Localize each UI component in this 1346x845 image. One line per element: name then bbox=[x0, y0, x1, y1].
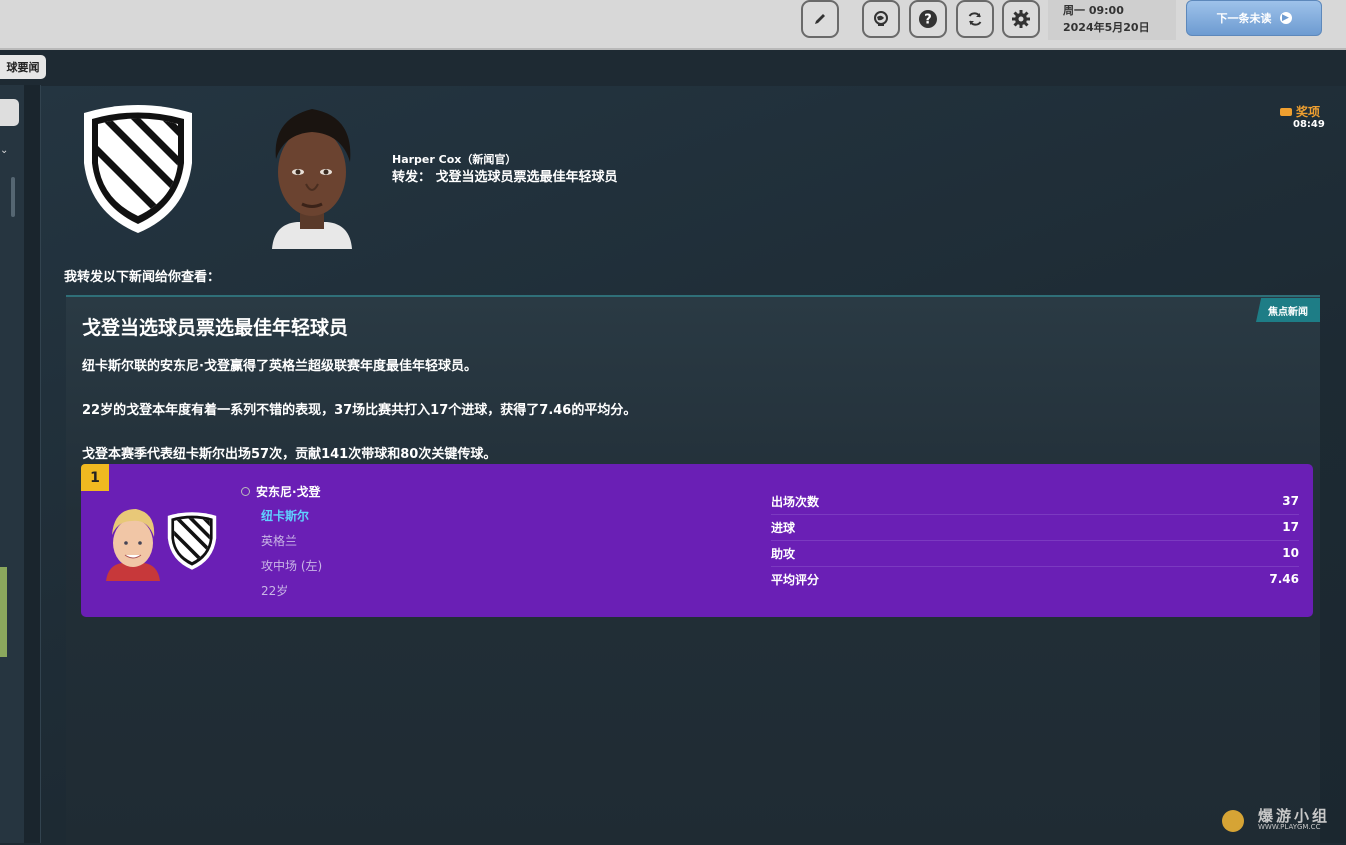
stat-row: 出场次数 37 bbox=[771, 488, 1299, 515]
nav-button[interactable] bbox=[0, 99, 19, 126]
stat-value: 37 bbox=[1282, 494, 1299, 508]
player-position: 攻中场 (左) bbox=[261, 559, 323, 573]
tag-icon bbox=[1280, 107, 1292, 116]
award-tag[interactable]: 奖项 bbox=[1280, 103, 1320, 120]
rank-badge: 1 bbox=[81, 464, 109, 491]
news-tag: 焦点新闻 bbox=[1256, 298, 1320, 322]
news-paragraph: 戈登本赛季代表纽卡斯尔出场57次，贡献141次带球和80次关键传球。 bbox=[82, 447, 497, 462]
pencil-icon[interactable] bbox=[801, 0, 839, 38]
gear-icon[interactable] bbox=[1002, 0, 1040, 38]
player-nation: 英格兰 bbox=[261, 534, 298, 548]
svg-text:?: ? bbox=[924, 13, 932, 28]
news-paragraph: 22岁的戈登本年度有着一系列不错的表现，37场比赛共打入17个进球，获得了7.4… bbox=[82, 403, 637, 418]
player-club-link[interactable]: 纽卡斯尔 bbox=[261, 507, 309, 524]
refresh-icon[interactable] bbox=[956, 0, 994, 38]
watermark-logo-icon bbox=[1222, 810, 1244, 832]
date-time: 周一 09:00 bbox=[1063, 4, 1124, 17]
next-unread-label: 下一条未读 bbox=[1216, 12, 1272, 25]
stat-label: 平均评分 bbox=[771, 572, 820, 587]
left-nav-strip: ⌄ bbox=[0, 85, 25, 843]
stat-row: 平均评分 7.46 bbox=[771, 566, 1299, 592]
sender-portrait bbox=[262, 104, 362, 249]
chevron-down-icon[interactable]: ⌄ bbox=[0, 145, 8, 156]
stat-label: 助攻 bbox=[771, 546, 796, 561]
news-paragraph: 纽卡斯尔联的安东尼·戈登赢得了英格兰超级联赛年度最佳年轻球员。 bbox=[82, 359, 477, 374]
club-crest-small bbox=[166, 511, 218, 575]
player-photo bbox=[102, 505, 164, 581]
player-name: 安东尼·戈登 bbox=[256, 485, 321, 499]
message-time: 08:49 bbox=[1293, 119, 1325, 130]
stat-value: 10 bbox=[1282, 546, 1299, 560]
stat-value: 7.46 bbox=[1269, 572, 1299, 586]
player-name-row[interactable]: 安东尼·戈登 bbox=[241, 483, 321, 500]
sender-name: Harper Cox（新闻官） bbox=[392, 153, 517, 166]
person-icon bbox=[241, 487, 250, 496]
news-headline: 戈登当选球员票选最佳年轻球员 bbox=[82, 317, 349, 339]
arrow-right-icon: ▶ bbox=[1279, 12, 1292, 24]
club-crest bbox=[80, 103, 196, 239]
award-label: 奖项 bbox=[1296, 105, 1321, 119]
date-day: 2024年5月20日 bbox=[1063, 21, 1150, 34]
stat-row: 助攻 10 bbox=[771, 540, 1299, 567]
date-display: 周一 09:00 2024年5月20日 bbox=[1048, 0, 1176, 40]
player-age: 22岁 bbox=[261, 584, 289, 598]
stat-label: 进球 bbox=[771, 520, 796, 535]
stat-row: 进球 17 bbox=[771, 514, 1299, 541]
top-bar: ? 周一 09:00 2024年5月20日 下一条未读 ▶ bbox=[0, 0, 1346, 50]
sidebar-tab[interactable]: 球要闻 bbox=[0, 55, 46, 79]
forward-intro: 我转发以下新闻给你查看： bbox=[64, 270, 221, 285]
globe-icon[interactable] bbox=[862, 0, 900, 38]
status-indicator bbox=[0, 567, 7, 657]
scrollbar[interactable] bbox=[11, 177, 15, 217]
stat-label: 出场次数 bbox=[771, 494, 820, 509]
message-subject: 转发： 戈登当选球员票选最佳年轻球员 bbox=[392, 170, 618, 185]
help-icon[interactable]: ? bbox=[909, 0, 947, 38]
stat-value: 17 bbox=[1282, 520, 1299, 534]
next-unread-button[interactable]: 下一条未读 ▶ bbox=[1186, 0, 1322, 36]
watermark-url: WWW.PLAYGM.CC bbox=[1258, 823, 1321, 831]
left-panel-divider bbox=[24, 85, 41, 843]
